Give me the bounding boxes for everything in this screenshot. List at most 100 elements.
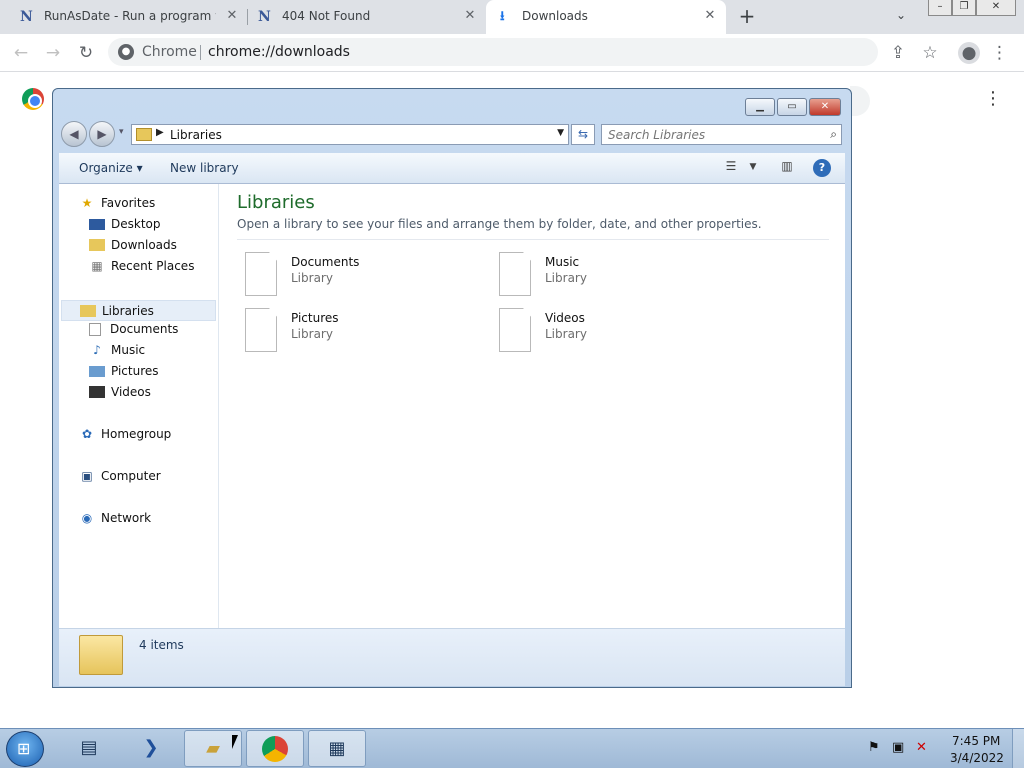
nav-music[interactable]: ♪ Music: [89, 343, 145, 357]
navigation-pane: ★ Favorites Desktop Downloads ▦ Recent Pla…: [59, 184, 219, 628]
tab-favicon: N: [258, 9, 271, 25]
nav-homegroup[interactable]: ✿ Homegroup: [79, 427, 171, 441]
restore-button[interactable]: ❐: [952, 0, 976, 16]
nav-label: Music: [111, 343, 146, 357]
minimize-button[interactable]: –: [928, 0, 952, 16]
document-icon: [499, 308, 531, 352]
details-pane: 4 items: [59, 628, 845, 686]
library-item-documents[interactable]: Documents Library: [245, 252, 465, 300]
command-bar: Organize ▾ New library ☰ ▼ ▥ ?: [59, 153, 845, 184]
refresh-button[interactable]: ⇆: [571, 124, 595, 145]
organize-button[interactable]: Organize ▾: [79, 161, 143, 175]
menu-kebab-icon[interactable]: ⋮: [991, 42, 1008, 64]
nav-favorites[interactable]: ★ Favorites: [79, 196, 156, 210]
view-options-dropdown-icon[interactable]: ▼: [743, 162, 763, 180]
nav-label: Recent Places: [111, 259, 195, 273]
clock-time[interactable]: 7:45 PM: [952, 734, 1000, 748]
preview-pane-icon[interactable]: ▥: [777, 159, 797, 177]
back-button[interactable]: ◀: [61, 121, 87, 147]
forward-arrow-icon[interactable]: →: [42, 42, 64, 64]
libraries-icon: [80, 304, 96, 317]
desktop-icon: [89, 218, 105, 230]
search-input[interactable]: [608, 127, 808, 143]
explorer-maximize-button[interactable]: ▭: [777, 98, 807, 116]
chrome-logo-icon: [22, 88, 44, 110]
nav-computer[interactable]: ▣ Computer: [79, 469, 161, 483]
omnibox-divider: [200, 45, 201, 60]
omnibox-url[interactable]: chrome://downloads: [208, 44, 350, 60]
tab-downloads[interactable]: ⭳ Downloads ✕: [486, 0, 726, 34]
search-icon[interactable]: ⌕: [830, 127, 837, 142]
help-icon[interactable]: ?: [813, 159, 831, 177]
library-item-music[interactable]: Music Library: [499, 252, 719, 300]
omnibox[interactable]: ● Chrome chrome://downloads: [108, 38, 878, 66]
start-button[interactable]: ⊞: [6, 731, 44, 767]
explorer-close-button[interactable]: ✕: [809, 98, 841, 116]
library-name: Pictures: [291, 311, 339, 325]
network-icon: ◉: [81, 511, 93, 525]
network-tray-icon[interactable]: ▣: [892, 740, 904, 755]
library-name: Videos: [545, 311, 585, 325]
library-name: Music: [545, 255, 580, 269]
nav-libraries[interactable]: Libraries: [61, 300, 216, 321]
nav-label: Computer: [101, 469, 161, 483]
search-box[interactable]: ⌕: [601, 124, 842, 145]
page-subtitle: Open a library to see your files and arr…: [237, 217, 762, 231]
server-manager-icon[interactable]: ▤: [60, 730, 118, 767]
nav-recent-places[interactable]: ▦ Recent Places: [89, 259, 194, 273]
clock-date[interactable]: 3/4/2022: [950, 751, 1004, 765]
downloads-menu-icon[interactable]: ⋮: [984, 88, 1002, 110]
reload-icon[interactable]: ↻: [75, 42, 97, 64]
address-dropdown-icon[interactable]: ▼: [557, 128, 564, 138]
change-view-icon[interactable]: ☰: [721, 159, 741, 177]
tab-search-icon[interactable]: ⌄: [896, 8, 912, 24]
nav-label: Pictures: [111, 364, 159, 378]
close-icon[interactable]: ✕: [702, 8, 718, 24]
library-item-videos[interactable]: Videos Library: [499, 308, 719, 356]
tab-runasdate[interactable]: N RunAsDate - Run a program wit ✕: [0, 0, 246, 34]
window-titlebar[interactable]: [53, 89, 851, 119]
address-bar[interactable]: ▶ Libraries ▼: [131, 124, 569, 145]
libraries-folder-icon: [136, 128, 152, 141]
action-center-flag-icon[interactable]: ⚑: [868, 740, 880, 755]
nav-label: Libraries: [102, 303, 154, 318]
close-icon[interactable]: ✕: [462, 8, 478, 24]
windows-logo-icon: ⊞: [17, 739, 31, 758]
downloads-search-bar[interactable]: [850, 86, 870, 116]
forward-button[interactable]: ▶: [89, 121, 115, 147]
volume-muted-icon[interactable]: ✕: [916, 740, 927, 755]
nav-documents[interactable]: Documents: [89, 322, 178, 336]
new-tab-button[interactable]: +: [736, 6, 758, 28]
bookmark-star-icon[interactable]: ☆: [919, 42, 941, 64]
music-note-icon: ♪: [93, 343, 101, 357]
new-library-button[interactable]: New library: [170, 161, 239, 175]
nav-network[interactable]: ◉ Network: [79, 511, 151, 525]
share-icon[interactable]: ⇪: [887, 42, 909, 64]
recent-pages-dropdown-icon[interactable]: ▾: [119, 127, 124, 137]
powershell-icon[interactable]: ❯: [122, 730, 180, 767]
calendar-app-icon[interactable]: ▦: [308, 730, 366, 767]
tab-404[interactable]: N 404 Not Found ✕: [238, 0, 484, 34]
library-item-pictures[interactable]: Pictures Library: [245, 308, 465, 356]
nav-pictures[interactable]: Pictures: [89, 364, 159, 378]
chrome-info-icon[interactable]: ●: [118, 44, 134, 60]
nav-label: Documents: [110, 322, 179, 336]
breadcrumb-arrow-icon[interactable]: ▶: [156, 127, 164, 138]
explorer-window: ▁ ▭ ✕ ◀ ▶ ▾ ▶ Libraries ▼ ⇆ ⌕ Organize ▾…: [52, 88, 852, 688]
library-type: Library: [291, 327, 333, 341]
download-icon: ⭳: [500, 9, 505, 24]
profile-avatar-icon[interactable]: ●: [958, 42, 980, 64]
divider: [237, 239, 829, 240]
explorer-minimize-button[interactable]: ▁: [745, 98, 775, 116]
library-type: Library: [291, 271, 333, 285]
show-desktop-button[interactable]: [1012, 729, 1024, 768]
tab-title: RunAsDate - Run a program wit: [44, 9, 216, 23]
nav-downloads[interactable]: Downloads: [89, 238, 177, 252]
close-window-button[interactable]: ✕: [976, 0, 1016, 16]
address-text[interactable]: Libraries: [170, 128, 222, 142]
back-arrow-icon[interactable]: ←: [10, 42, 32, 64]
nav-desktop[interactable]: Desktop: [89, 217, 161, 231]
nav-videos[interactable]: Videos: [89, 385, 151, 399]
chrome-icon[interactable]: [246, 730, 304, 767]
downloads-folder-icon: [89, 239, 105, 251]
